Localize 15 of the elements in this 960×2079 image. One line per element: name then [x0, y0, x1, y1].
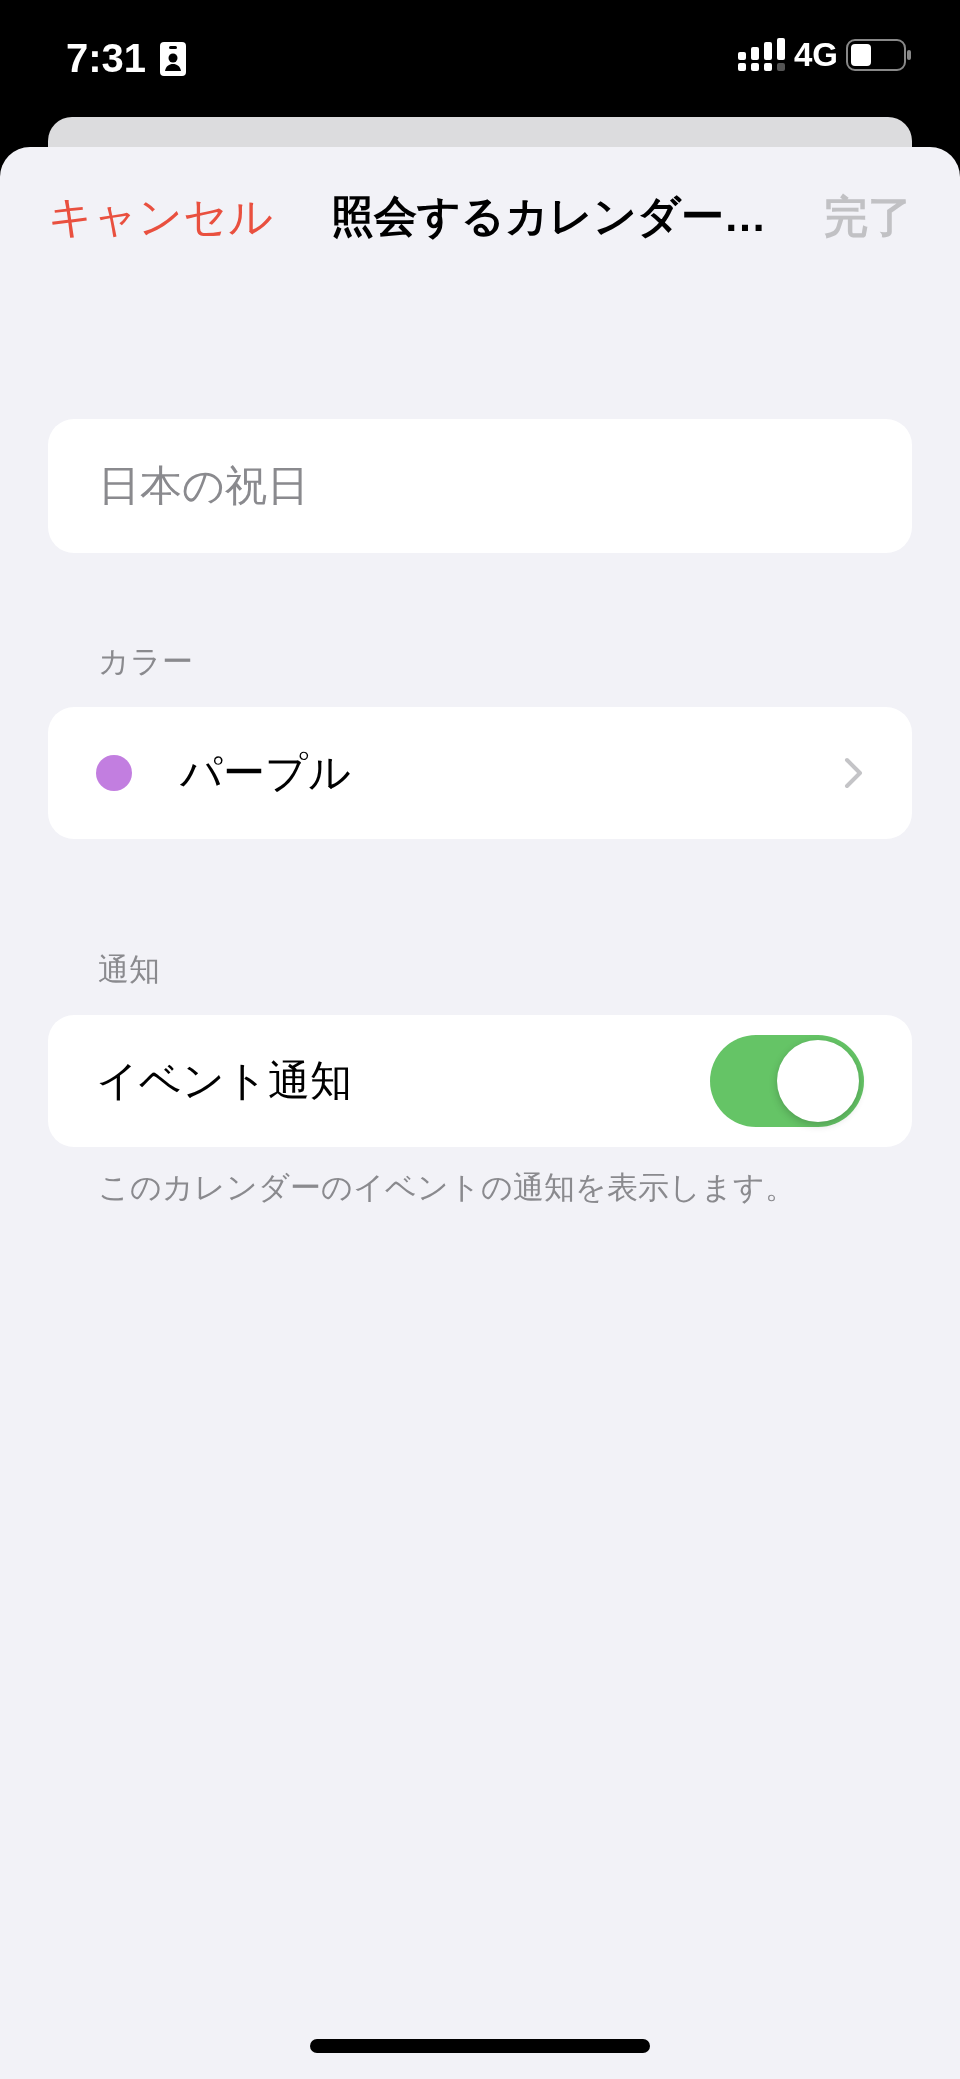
section-footer: このカレンダーのイベントの通知を表示します。 [48, 1167, 912, 1209]
network-label: 4G [793, 36, 838, 74]
cancel-button[interactable]: キャンセル [48, 187, 273, 247]
chevron-icon [844, 757, 864, 789]
id-badge-icon [160, 41, 187, 76]
battery-icon [846, 39, 912, 71]
section-header: カラー [97, 643, 194, 681]
section-header: 通知 [97, 951, 161, 989]
notification-label: イベント通知 [96, 1056, 353, 1106]
name-field[interactable]: 日本の祝日 [48, 419, 912, 553]
nav-title: 照会するカレンダー… [330, 191, 767, 242]
status-time: 7:31 [66, 36, 147, 81]
color-label: パープル [180, 748, 352, 798]
signal-icon [737, 38, 786, 72]
color-row[interactable]: パープル [48, 707, 912, 839]
